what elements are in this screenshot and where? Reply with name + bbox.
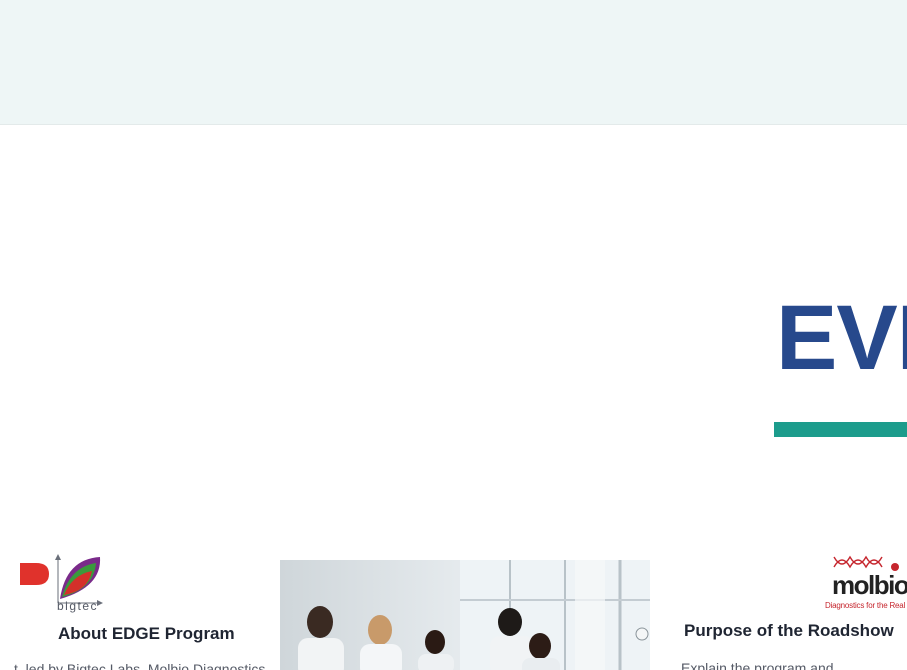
molbio-logo-word: molbio [832, 570, 907, 600]
molbio-logo: molbio Diagnostics for the Real World [822, 553, 907, 613]
hero-underline-divider [774, 422, 907, 437]
page: EVI bigtec About EDGE Program t, led by … [0, 0, 907, 670]
bigtec-logo-text: bigtec [57, 599, 99, 613]
purpose-roadshow-heading: Purpose of the Roadshow [684, 621, 894, 640]
molbio-logo-tagline: Diagnostics for the Real World [825, 601, 907, 610]
purpose-roadshow-body: Explain the program and [681, 660, 834, 670]
header-band [0, 0, 907, 125]
lab-team-photo-icon [280, 560, 650, 670]
about-edge-body: t, led by Bigtec Labs, Molbio Diagnostic… [14, 661, 266, 670]
hero-title: EVI [776, 287, 907, 389]
about-edge-heading: About EDGE Program [58, 624, 235, 643]
lab-team-photo [280, 560, 650, 670]
